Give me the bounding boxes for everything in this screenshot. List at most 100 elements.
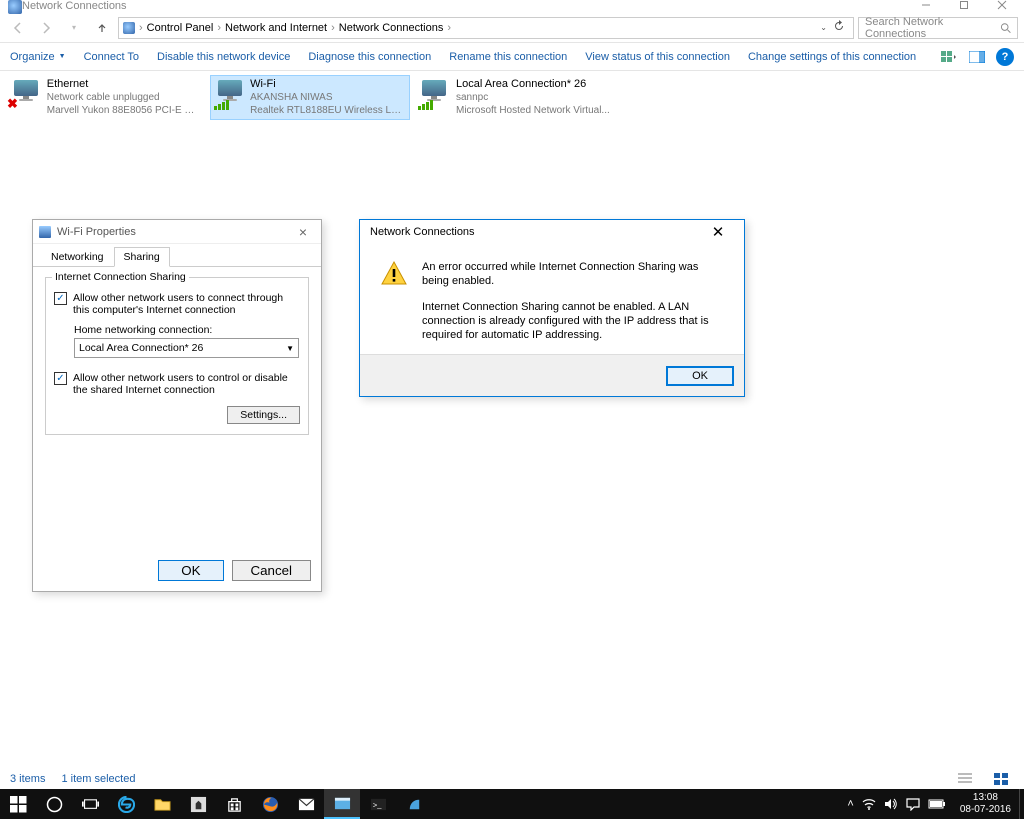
ethernet-icon: ✖ [10,78,41,110]
dialog-title: Network Connections [370,226,475,238]
breadcrumb-control-panel[interactable]: Control Panel [147,22,214,34]
ics-settings-button[interactable]: Settings... [227,406,300,424]
tray-chevron-icon[interactable]: ˄ [847,798,853,810]
search-icon [1000,22,1011,34]
chevron-right-icon: › [331,22,335,34]
app-taskbar-icon-2[interactable] [396,789,432,819]
details-view-button[interactable] [958,772,978,786]
adapter-icon [39,226,51,238]
start-button[interactable] [0,789,36,819]
change-view-button[interactable] [940,48,958,66]
minimize-button[interactable] [907,0,945,15]
connect-to-button[interactable]: Connect To [84,51,139,63]
help-button[interactable]: ? [996,48,1014,66]
lac-icon [418,78,450,110]
connection-item-ethernet[interactable]: ✖ Ethernet Network cable unplugged Marve… [6,75,206,120]
rename-connection-button[interactable]: Rename this connection [449,51,567,63]
chevron-right-icon: › [217,22,221,34]
clock-time: 13:08 [960,792,1011,804]
show-desktop-button[interactable] [1019,789,1024,819]
tiles-view-button[interactable] [994,772,1014,786]
search-input[interactable]: Search Network Connections [858,17,1018,39]
combo-value: Local Area Connection* 26 [79,342,203,354]
status-bar: 3 items 1 item selected [0,769,1024,789]
forward-button[interactable] [34,16,58,40]
ok-button[interactable]: OK [158,560,223,581]
taskbar: >_ ˄ 13:08 08-07-2016 [0,789,1024,819]
file-explorer-taskbar-icon[interactable] [144,789,180,819]
breadcrumb-bar[interactable]: › Control Panel › Network and Internet ›… [118,17,854,39]
action-center-tray-icon[interactable] [906,798,920,811]
up-button[interactable] [90,16,114,40]
dialog-titlebar[interactable]: Wi-Fi Properties × [33,220,321,244]
connection-adapter: Realtek RTL8188EU Wireless LAN ... [250,104,406,117]
close-button[interactable]: × [291,224,315,240]
connection-item-wifi[interactable]: Wi-Fi AKANSHA NIWAS Realtek RTL8188EU Wi… [210,75,410,120]
connection-adapter: Marvell Yukon 88E8056 PCI-E Gig... [47,104,202,117]
connections-list: ✖ Ethernet Network cable unplugged Marve… [0,71,1024,124]
connection-adapter: Microsoft Hosted Network Virtual... [456,104,610,117]
allow-connect-checkbox[interactable] [54,292,67,305]
explorer-window-taskbar-icon[interactable] [324,789,360,819]
chevron-right-icon: › [139,22,143,34]
ok-button[interactable]: OK [666,366,734,386]
item-count: 3 items [10,773,45,785]
task-view-button[interactable] [72,789,108,819]
tab-sharing[interactable]: Sharing [114,247,170,267]
chevron-down-icon[interactable]: ⌄ [820,23,827,32]
connection-item-lac26[interactable]: Local Area Connection* 26 sannpc Microso… [414,75,614,120]
cortana-button[interactable] [36,789,72,819]
mail-taskbar-icon[interactable] [288,789,324,819]
breadcrumb-network-connections[interactable]: Network Connections [339,22,444,34]
system-tray[interactable]: ˄ [841,798,951,811]
recent-locations-button[interactable]: ▾ [62,16,86,40]
maximize-button[interactable] [945,0,983,15]
breadcrumb-network-internet[interactable]: Network and Internet [225,22,327,34]
command-toolbar: Organize▼ Connect To Disable this networ… [0,43,1024,71]
view-status-button[interactable]: View status of this connection [585,51,730,63]
tab-strip: Networking Sharing [33,244,321,267]
chevron-down-icon: ▼ [286,344,294,353]
app-taskbar-icon[interactable] [180,789,216,819]
disable-device-button[interactable]: Disable this network device [157,51,290,63]
back-button[interactable] [6,16,30,40]
clock-date: 08-07-2016 [960,804,1011,816]
window-title: Network Connections [22,0,1014,12]
diagnose-button[interactable]: Diagnose this connection [308,51,431,63]
organize-button[interactable]: Organize▼ [10,51,66,63]
battery-tray-icon[interactable] [928,799,946,809]
svg-text:>_: >_ [372,800,381,809]
firefox-taskbar-icon[interactable] [252,789,288,819]
volume-tray-icon[interactable] [884,798,898,810]
connection-status: Network cable unplugged [47,91,202,104]
wifi-properties-dialog: Wi-Fi Properties × Networking Sharing In… [32,219,322,592]
taskbar-clock[interactable]: 13:08 08-07-2016 [952,789,1019,819]
wifi-icon [214,78,244,110]
window-titlebar: Network Connections [0,0,1024,13]
allow-control-checkbox[interactable] [54,372,67,385]
error-line2: Internet Connection Sharing cannot be en… [422,300,724,342]
connection-name: Wi-Fi [250,78,406,91]
disconnected-x-icon: ✖ [7,96,18,112]
connection-name: Ethernet [47,78,202,91]
search-placeholder: Search Network Connections [865,16,1000,40]
close-button[interactable] [983,0,1021,15]
cmd-taskbar-icon[interactable]: >_ [360,789,396,819]
preview-pane-button[interactable] [968,48,986,66]
wifi-tray-icon[interactable] [862,798,876,810]
close-button[interactable]: ✕ [702,223,734,241]
home-networking-combo[interactable]: Local Area Connection* 26 ▼ [74,338,299,358]
refresh-button[interactable] [833,20,845,35]
allow-control-label: Allow other network users to control or … [73,372,300,396]
dialog-titlebar[interactable]: Network Connections ✕ [360,220,744,244]
change-settings-button[interactable]: Change settings of this connection [748,51,916,63]
group-title: Internet Connection Sharing [52,271,189,283]
connection-name: Local Area Connection* 26 [456,78,610,91]
edge-taskbar-icon[interactable] [108,789,144,819]
selection-count: 1 item selected [61,773,135,785]
window-controls [907,0,1021,15]
cancel-button[interactable]: Cancel [232,560,312,581]
tab-networking[interactable]: Networking [41,247,114,266]
store-taskbar-icon[interactable] [216,789,252,819]
signal-bars-icon [214,100,229,110]
